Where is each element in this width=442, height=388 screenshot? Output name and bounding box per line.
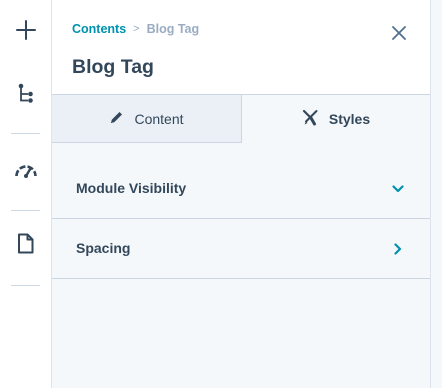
- section-spacing[interactable]: Spacing: [52, 219, 430, 279]
- rail-divider: [11, 210, 40, 211]
- section-module-visibility-label: Module Visibility: [76, 180, 187, 196]
- breadcrumb-current: Blog Tag: [146, 22, 200, 36]
- pencil-icon: [109, 110, 124, 128]
- speedometer-icon: [14, 161, 38, 184]
- left-tool-rail: [0, 0, 52, 388]
- close-button[interactable]: [388, 24, 410, 46]
- document-icon: [17, 233, 34, 259]
- tab-styles-label: Styles: [328, 111, 371, 127]
- panel-title: Blog Tag: [72, 56, 154, 78]
- section-module-visibility[interactable]: Module Visibility: [52, 159, 430, 219]
- tree-structure-icon: [18, 83, 34, 108]
- optimize-button[interactable]: [0, 152, 51, 192]
- panel-header: Contents > Blog Tag Blog Tag: [52, 0, 430, 95]
- tab-content[interactable]: Content: [52, 95, 242, 143]
- breadcrumb-separator: >: [133, 23, 140, 35]
- tree-view-button[interactable]: [0, 75, 51, 115]
- chevron-right-icon: [390, 241, 406, 257]
- rail-divider: [11, 285, 40, 286]
- tab-styles[interactable]: Styles: [242, 95, 430, 143]
- close-icon: [392, 25, 406, 45]
- rail-divider: [11, 133, 40, 134]
- add-button[interactable]: [0, 12, 51, 52]
- breadcrumb: Contents > Blog Tag: [72, 22, 199, 36]
- breadcrumb-contents-link[interactable]: Contents: [72, 22, 126, 36]
- panel-gutter: [431, 0, 442, 388]
- section-spacing-label: Spacing: [76, 240, 131, 256]
- tab-content-label: Content: [134, 110, 184, 127]
- module-editor-panel: Contents > Blog Tag Blog Tag Content Sty…: [52, 0, 431, 388]
- page-settings-button[interactable]: [0, 226, 51, 266]
- plus-icon: [15, 19, 36, 45]
- chevron-down-icon: [390, 181, 406, 197]
- editor-tabs: Content Styles: [52, 95, 430, 143]
- styles-icon: [302, 109, 319, 129]
